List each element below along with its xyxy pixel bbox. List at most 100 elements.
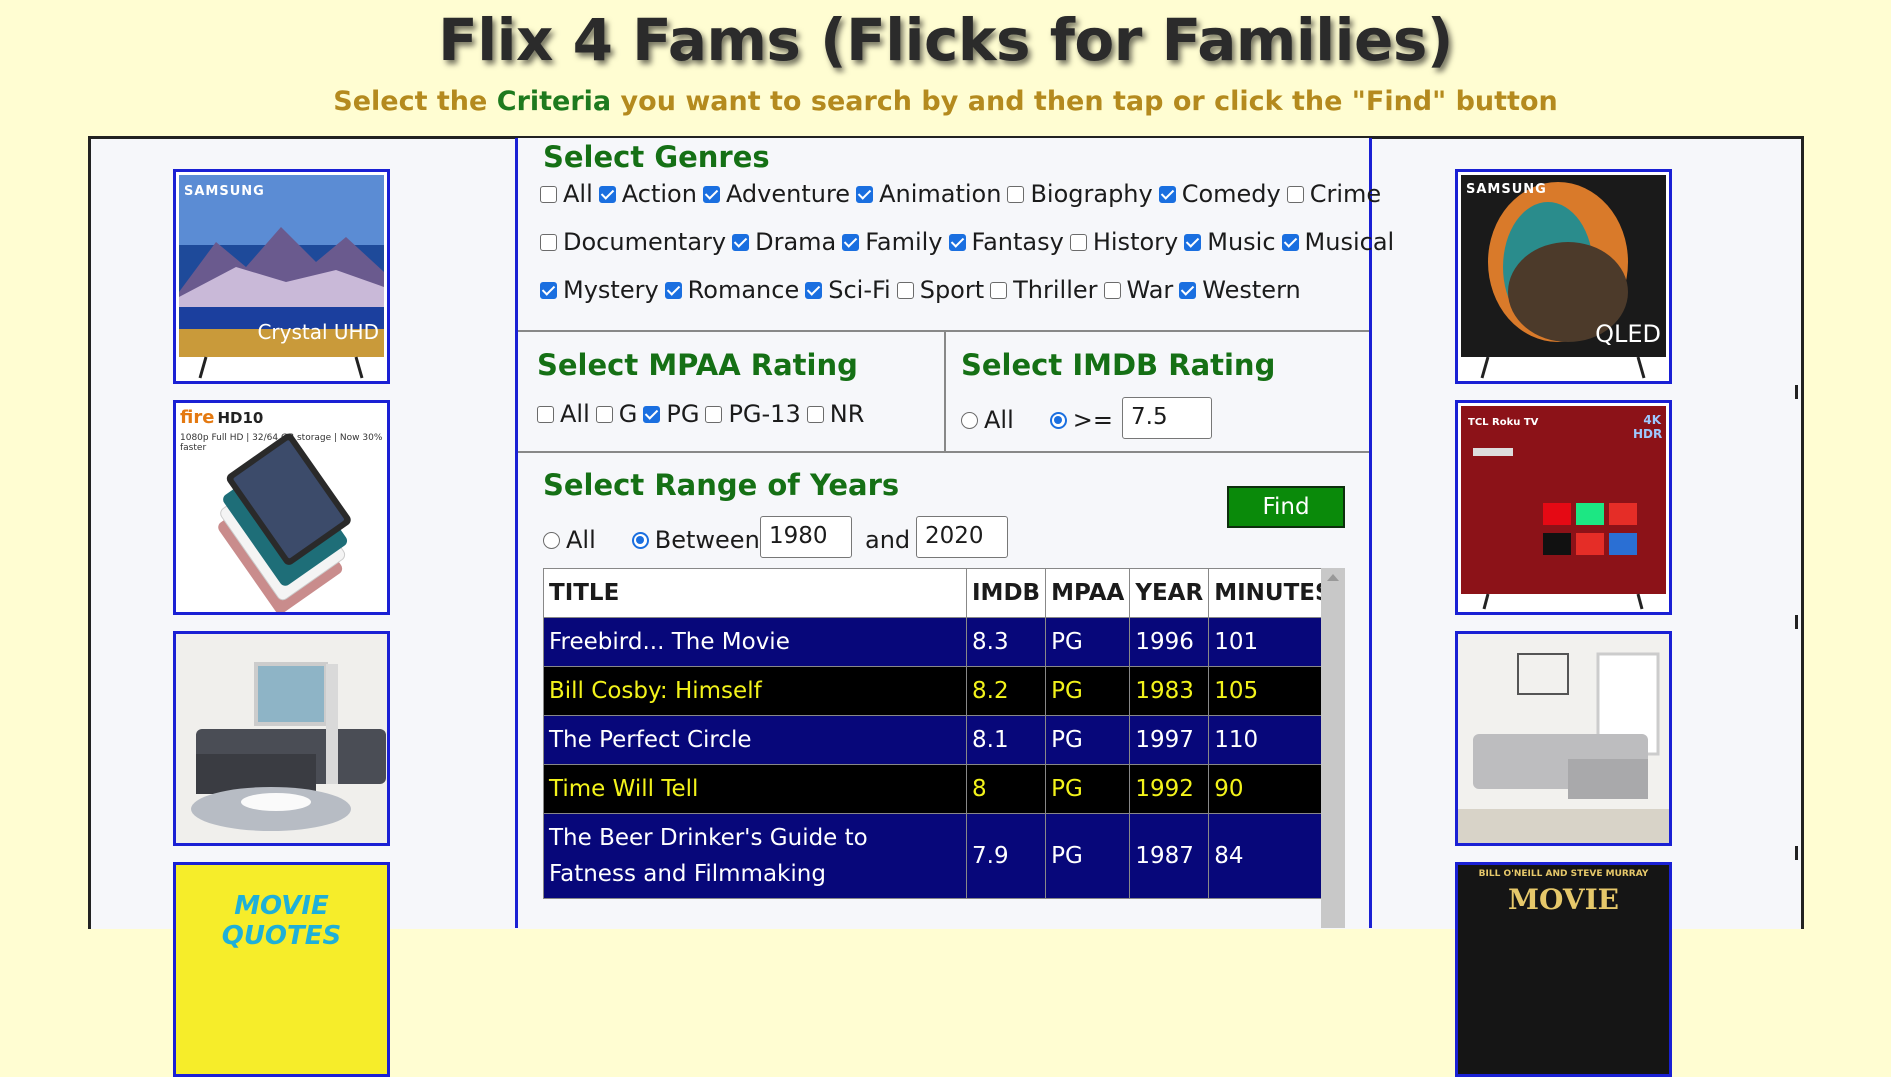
mpaa-options: All G PG PG-13 NR — [537, 400, 870, 428]
imdb-gte-option[interactable]: >= — [1049, 406, 1113, 434]
genre-option-family[interactable]: Family — [842, 228, 943, 256]
movie-trivia-madness-book-ad[interactable]: BILL O'NEILL AND STEVE MURRAY MOVIE — [1455, 862, 1672, 1077]
samsung-crystal-uhd-tv-ad[interactable]: SAMSUNG Crystal UHD — [173, 169, 390, 384]
cell-imdb: 8.3 — [965, 617, 1047, 667]
frame-tick — [88, 385, 91, 399]
genre-checkbox[interactable] — [948, 233, 966, 251]
tcl-roku-tv-ad[interactable]: TCL Roku TV 4K HDR — [1455, 400, 1672, 615]
genre-checkbox[interactable] — [540, 281, 557, 299]
years-all-option[interactable]: All — [543, 526, 596, 554]
imdb-all-option[interactable]: All — [961, 406, 1014, 434]
table-row[interactable]: Time Will Tell 8 PG 1992 90 — [543, 764, 1338, 814]
mpaa-option-all[interactable]: All — [537, 400, 590, 428]
genre-option-sport[interactable]: Sport — [896, 276, 984, 304]
genre-checkbox[interactable] — [1069, 233, 1087, 251]
years-heading: Select Range of Years — [543, 468, 900, 502]
genre-label: Adventure — [725, 180, 851, 208]
genre-checkbox[interactable] — [702, 185, 720, 203]
cell-title: The Perfect Circle — [543, 715, 967, 765]
imdb-gte-radio[interactable] — [1049, 411, 1067, 429]
mpaa-option-pg-13[interactable]: PG-13 — [705, 400, 801, 428]
table-row[interactable]: Freebird... The Movie 8.3 PG 1996 101 — [543, 617, 1338, 667]
genre-label: Crime — [1309, 180, 1382, 208]
genre-checkbox[interactable] — [540, 185, 557, 203]
genre-checkbox[interactable] — [732, 233, 750, 251]
column-header-mpaa[interactable]: MPAA — [1045, 568, 1131, 618]
samsung-qled-tv-ad[interactable]: SAMSUNG QLED — [1455, 169, 1672, 384]
years-between-option[interactable]: Between — [631, 526, 760, 554]
mpaa-option-nr[interactable]: NR — [806, 400, 864, 428]
ad-caption: MOVIE — [1507, 883, 1620, 916]
genre-option-documentary[interactable]: Documentary — [540, 228, 726, 256]
genre-option-war[interactable]: War — [1103, 276, 1173, 304]
genre-checkbox[interactable] — [1103, 281, 1121, 299]
imdb-all-radio[interactable] — [961, 411, 978, 429]
movie-quotes-book-ad[interactable]: MOVIE QUOTES — [173, 862, 390, 1077]
genre-option-musical[interactable]: Musical — [1281, 228, 1394, 256]
genre-checkbox[interactable] — [805, 281, 823, 299]
genre-option-mystery[interactable]: Mystery — [540, 276, 659, 304]
column-header-minutes[interactable]: MINUTES — [1208, 568, 1338, 618]
table-row[interactable]: The Perfect Circle 8.1 PG 1997 110 — [543, 715, 1338, 765]
mpaa-checkbox[interactable] — [806, 405, 824, 423]
light-gray-sectional-sofa-ad[interactable] — [1455, 631, 1672, 846]
genre-checkbox[interactable] — [1184, 233, 1202, 251]
mpaa-label: PG — [666, 400, 700, 428]
scroll-up-arrow-icon[interactable] — [1327, 574, 1339, 581]
genre-label: Mystery — [563, 276, 659, 304]
year-to-input[interactable]: 2020 — [916, 516, 1008, 558]
genre-option-comedy[interactable]: Comedy — [1158, 180, 1281, 208]
table-row[interactable]: The Beer Drinker's Guide to Fatness and … — [543, 813, 1338, 899]
section-divider — [518, 451, 1369, 453]
find-button[interactable]: Find — [1227, 486, 1345, 528]
genre-option-drama[interactable]: Drama — [732, 228, 836, 256]
genre-option-all[interactable]: All — [540, 180, 593, 208]
year-from-input[interactable]: 1980 — [760, 516, 852, 558]
genre-checkbox[interactable] — [1286, 185, 1304, 203]
fire-hd10-tablet-ad[interactable]: fireHD10 1080p Full HD | 32/64 GB storag… — [173, 400, 390, 615]
genre-checkbox[interactable] — [1007, 185, 1025, 203]
genre-option-crime[interactable]: Crime — [1286, 180, 1382, 208]
results-table: TITLE IMDB MPAA YEAR MINUTES Freebird...… — [543, 568, 1338, 899]
genre-option-biography[interactable]: Biography — [1007, 180, 1153, 208]
genre-checkbox[interactable] — [1179, 281, 1197, 299]
gray-sectional-sofa-ad[interactable] — [173, 631, 390, 846]
cell-title: The Beer Drinker's Guide to Fatness and … — [543, 813, 967, 899]
genre-label: Drama — [755, 228, 837, 256]
column-header-year[interactable]: YEAR — [1129, 568, 1210, 618]
imdb-rating-input[interactable]: 7.5 — [1122, 397, 1212, 439]
genre-option-animation[interactable]: Animation — [856, 180, 1001, 208]
mpaa-option-g[interactable]: G — [595, 400, 637, 428]
column-header-imdb[interactable]: IMDB — [965, 568, 1047, 618]
genre-checkbox[interactable] — [896, 281, 914, 299]
genre-checkbox[interactable] — [540, 233, 557, 251]
genre-checkbox[interactable] — [664, 281, 682, 299]
cell-minutes: 101 — [1208, 617, 1338, 667]
genre-checkbox[interactable] — [990, 281, 1008, 299]
genre-option-fantasy[interactable]: Fantasy — [948, 228, 1064, 256]
genre-option-history[interactable]: History — [1069, 228, 1178, 256]
mpaa-checkbox[interactable] — [537, 405, 554, 423]
genre-option-thriller[interactable]: Thriller — [990, 276, 1098, 304]
genre-option-music[interactable]: Music — [1184, 228, 1276, 256]
genre-checkbox[interactable] — [598, 185, 616, 203]
genre-checkbox[interactable] — [856, 185, 874, 203]
column-header-title[interactable]: TITLE — [543, 568, 967, 618]
genre-checkbox[interactable] — [842, 233, 860, 251]
genre-option-romance[interactable]: Romance — [664, 276, 799, 304]
table-scrollbar[interactable] — [1321, 568, 1345, 928]
years-between-radio[interactable] — [631, 531, 649, 549]
genre-option-western[interactable]: Western — [1179, 276, 1301, 304]
genre-checkbox[interactable] — [1158, 185, 1176, 203]
mpaa-option-pg[interactable]: PG — [643, 400, 699, 428]
genre-option-adventure[interactable]: Adventure — [702, 180, 851, 208]
mpaa-checkbox[interactable] — [705, 405, 723, 423]
genre-option-action[interactable]: Action — [598, 180, 697, 208]
table-row[interactable]: Bill Cosby: Himself 8.2 PG 1983 105 — [543, 666, 1338, 716]
ad-caption: QLED — [1595, 320, 1661, 348]
genre-checkbox[interactable] — [1281, 233, 1299, 251]
mpaa-checkbox[interactable] — [643, 405, 661, 423]
genre-option-sci-fi[interactable]: Sci-Fi — [805, 276, 891, 304]
mpaa-checkbox[interactable] — [595, 405, 613, 423]
years-all-radio[interactable] — [543, 531, 560, 549]
